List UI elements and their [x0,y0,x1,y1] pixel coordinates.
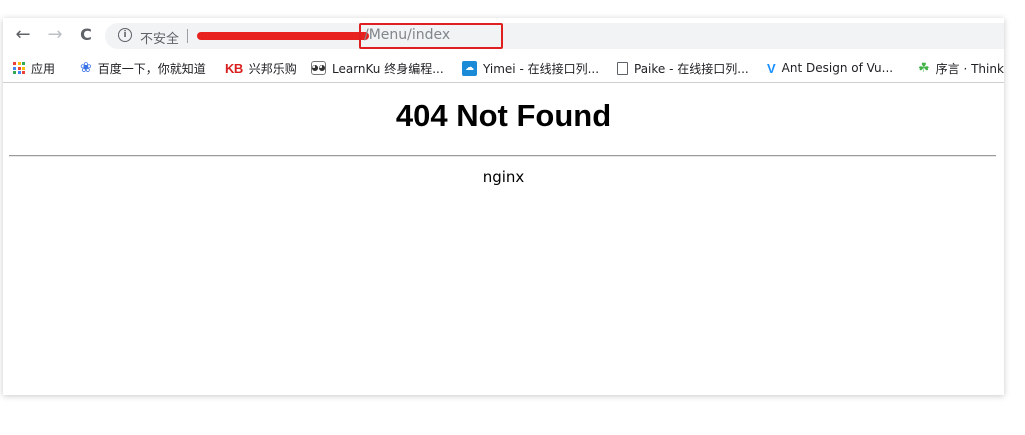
back-arrow-icon[interactable]: ← [12,23,34,45]
apps-grid-icon [13,62,25,74]
bookmark-label: 序言 · Think [935,61,1004,76]
url-highlight-box [359,23,503,49]
bookmark-baidu[interactable]: ❀ 百度一下，你就知道 [80,59,206,77]
bookmark-apps[interactable]: 应用 [13,59,55,77]
learnku-panda-icon: ◕◕ [311,61,326,75]
bookmark-label: Yimei - 在线接口列... [483,61,600,76]
address-bar[interactable]: i 不安全 /Menu/index [105,23,1004,49]
info-icon[interactable]: i [118,28,132,42]
url-redaction-mark [197,32,369,40]
bookmark-thinkphp[interactable]: ☘ 序言 · Think [918,59,1004,77]
cloud-icon: ☁ [462,60,477,76]
bookmark-learnku[interactable]: ◕◕ LearnKu 终身编程... [311,59,444,77]
bookmark-label: Ant Design of Vu... [781,61,894,75]
browser-window: ← → C i 不安全 /Menu/index 应用 ❀ 百度一下，你就知道 K… [3,18,1004,395]
kb-icon: KB [225,60,243,76]
address-separator [187,29,188,43]
reload-icon[interactable]: C [75,23,97,45]
bookmark-label: 兴邦乐购 [248,61,297,76]
bookmark-label: 百度一下，你就知道 [97,61,206,76]
bookmark-xingbang[interactable]: KB 兴邦乐购 [225,59,297,77]
page-icon [617,61,628,75]
horizontal-rule [9,155,996,157]
browser-toolbar: ← → C i 不安全 /Menu/index [3,18,1004,52]
page-content: 404 Not Found nginx [3,84,1004,395]
bookmark-label: LearnKu 终身编程... [332,61,444,76]
bookmark-ant-design[interactable]: V Ant Design of Vu... [767,59,893,77]
vue-ant-icon: V [767,60,776,76]
bookmark-yimei[interactable]: ☁ Yimei - 在线接口列... [462,59,599,77]
bookmark-label: 应用 [31,61,56,76]
thinkphp-leaf-icon: ☘ [918,60,930,76]
bookmarks-bar: 应用 ❀ 百度一下，你就知道 KB 兴邦乐购 ◕◕ LearnKu 终身编程..… [3,53,1004,83]
bookmark-paike[interactable]: Paike - 在线接口列... [617,59,749,77]
baidu-paw-icon: ❀ [80,60,92,76]
server-name: nginx [482,168,525,186]
security-status-label[interactable]: 不安全 [140,28,179,47]
forward-arrow-icon[interactable]: → [44,23,66,45]
page-title: 404 Not Found [395,98,612,133]
bookmark-label: Paike - 在线接口列... [634,61,749,76]
